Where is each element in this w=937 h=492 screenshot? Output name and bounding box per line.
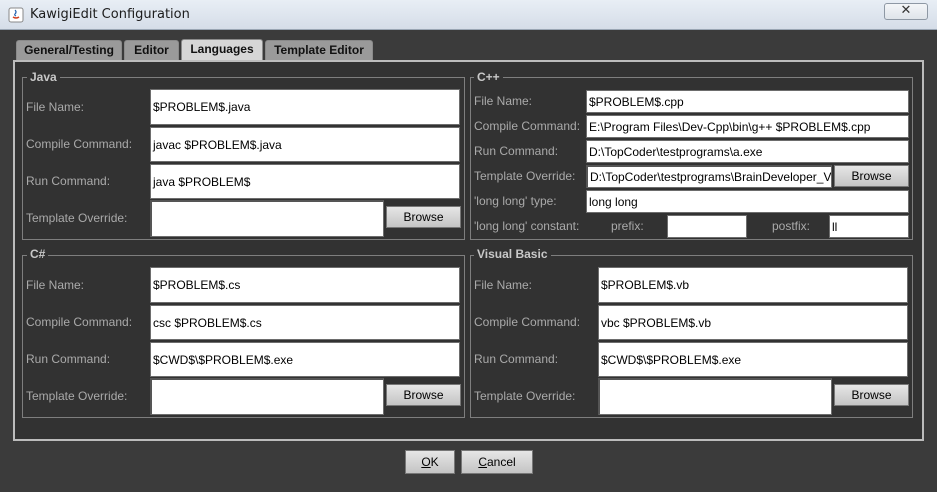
vb-template-label: Template Override:: [474, 389, 576, 403]
cpp-run-label: Run Command:: [474, 144, 559, 158]
java-browse-button[interactable]: Browse: [386, 206, 461, 228]
cpp-postfix-label: postfix:: [772, 219, 811, 233]
cpp-postfix-input[interactable]: ll: [829, 215, 909, 238]
java-file-name-input[interactable]: $PROBLEM$.java: [150, 89, 460, 125]
csharp-template-label: Template Override:: [26, 389, 128, 403]
java-template-input[interactable]: [150, 200, 384, 237]
tab-languages[interactable]: Languages: [181, 39, 263, 61]
tab-editor[interactable]: Editor: [124, 40, 179, 60]
csharp-compile-label: Compile Command:: [26, 315, 133, 329]
vb-run-label: Run Command:: [474, 352, 559, 366]
java-run-label: Run Command:: [26, 174, 111, 188]
vb-browse-button[interactable]: Browse: [834, 384, 909, 406]
cpp-compile-label: Compile Command:: [474, 119, 581, 133]
ok-button[interactable]: OK: [405, 450, 455, 474]
cpp-browse-button[interactable]: Browse: [834, 165, 909, 187]
java-compile-input[interactable]: javac $PROBLEM$.java: [150, 127, 460, 162]
cpp-prefix-label: prefix:: [611, 219, 644, 233]
ok-mnemonic: O: [421, 455, 431, 469]
java-compile-label: Compile Command:: [26, 137, 133, 151]
vb-compile-input[interactable]: vbc $PROBLEM$.vb: [598, 305, 908, 340]
vb-template-input[interactable]: [598, 378, 832, 415]
cpp-compile-input[interactable]: E:\Program Files\Dev-Cpp\bin\g++ $PROBLE…: [586, 115, 909, 138]
tab-general-testing[interactable]: General/Testing: [16, 40, 122, 60]
csharp-run-input[interactable]: $CWD$\$PROBLEM$.exe: [150, 342, 460, 377]
csharp-browse-button[interactable]: Browse: [386, 384, 461, 406]
vb-file-name-input[interactable]: $PROBLEM$.vb: [598, 267, 908, 303]
cpp-file-name-input[interactable]: $PROBLEM$.cpp: [586, 90, 909, 113]
cancel-mnemonic: C: [478, 455, 487, 469]
cpp-template-label: Template Override:: [474, 169, 576, 183]
cpp-longlong-type-label: 'long long' type:: [474, 194, 557, 208]
java-run-input[interactable]: java $PROBLEM$: [150, 164, 460, 199]
cpp-run-input[interactable]: D:\TopCoder\testprograms\a.exe: [586, 140, 909, 163]
java-group-title: Java: [27, 70, 60, 84]
tab-template-editor[interactable]: Template Editor: [265, 40, 373, 60]
window-title: KawigiEdit Configuration: [30, 7, 190, 22]
vb-run-input[interactable]: $CWD$\$PROBLEM$.exe: [598, 342, 908, 377]
java-template-label: Template Override:: [26, 211, 128, 225]
csharp-group-title: C#: [27, 247, 49, 261]
cpp-longlong-constant-label: 'long long' constant:: [474, 219, 580, 233]
csharp-template-input[interactable]: [150, 378, 384, 415]
vb-compile-label: Compile Command:: [474, 315, 581, 329]
cpp-file-name-label: File Name:: [474, 94, 533, 108]
cancel-button[interactable]: Cancel: [461, 450, 533, 474]
cpp-group-title: C++: [474, 70, 503, 84]
csharp-run-label: Run Command:: [26, 352, 111, 366]
java-file-name-label: File Name:: [26, 100, 85, 114]
csharp-file-name-input[interactable]: $PROBLEM$.cs: [150, 267, 460, 303]
close-icon[interactable]: ✕: [884, 3, 928, 20]
cpp-longlong-type-input[interactable]: long long: [586, 190, 909, 213]
cpp-template-input[interactable]: D:\TopCoder\testprograms\BrainDeveloper_…: [586, 165, 832, 188]
ok-label-rest: K: [430, 455, 439, 469]
cpp-prefix-input[interactable]: [667, 215, 747, 238]
title-bar: KawigiEdit Configuration ✕: [0, 0, 937, 30]
vb-file-name-label: File Name:: [474, 278, 533, 292]
csharp-file-name-label: File Name:: [26, 278, 85, 292]
csharp-compile-input[interactable]: csc $PROBLEM$.cs: [150, 305, 460, 340]
java-app-icon: [8, 7, 24, 23]
vb-group-title: Visual Basic: [474, 247, 551, 261]
cancel-label-rest: ancel: [486, 455, 516, 469]
